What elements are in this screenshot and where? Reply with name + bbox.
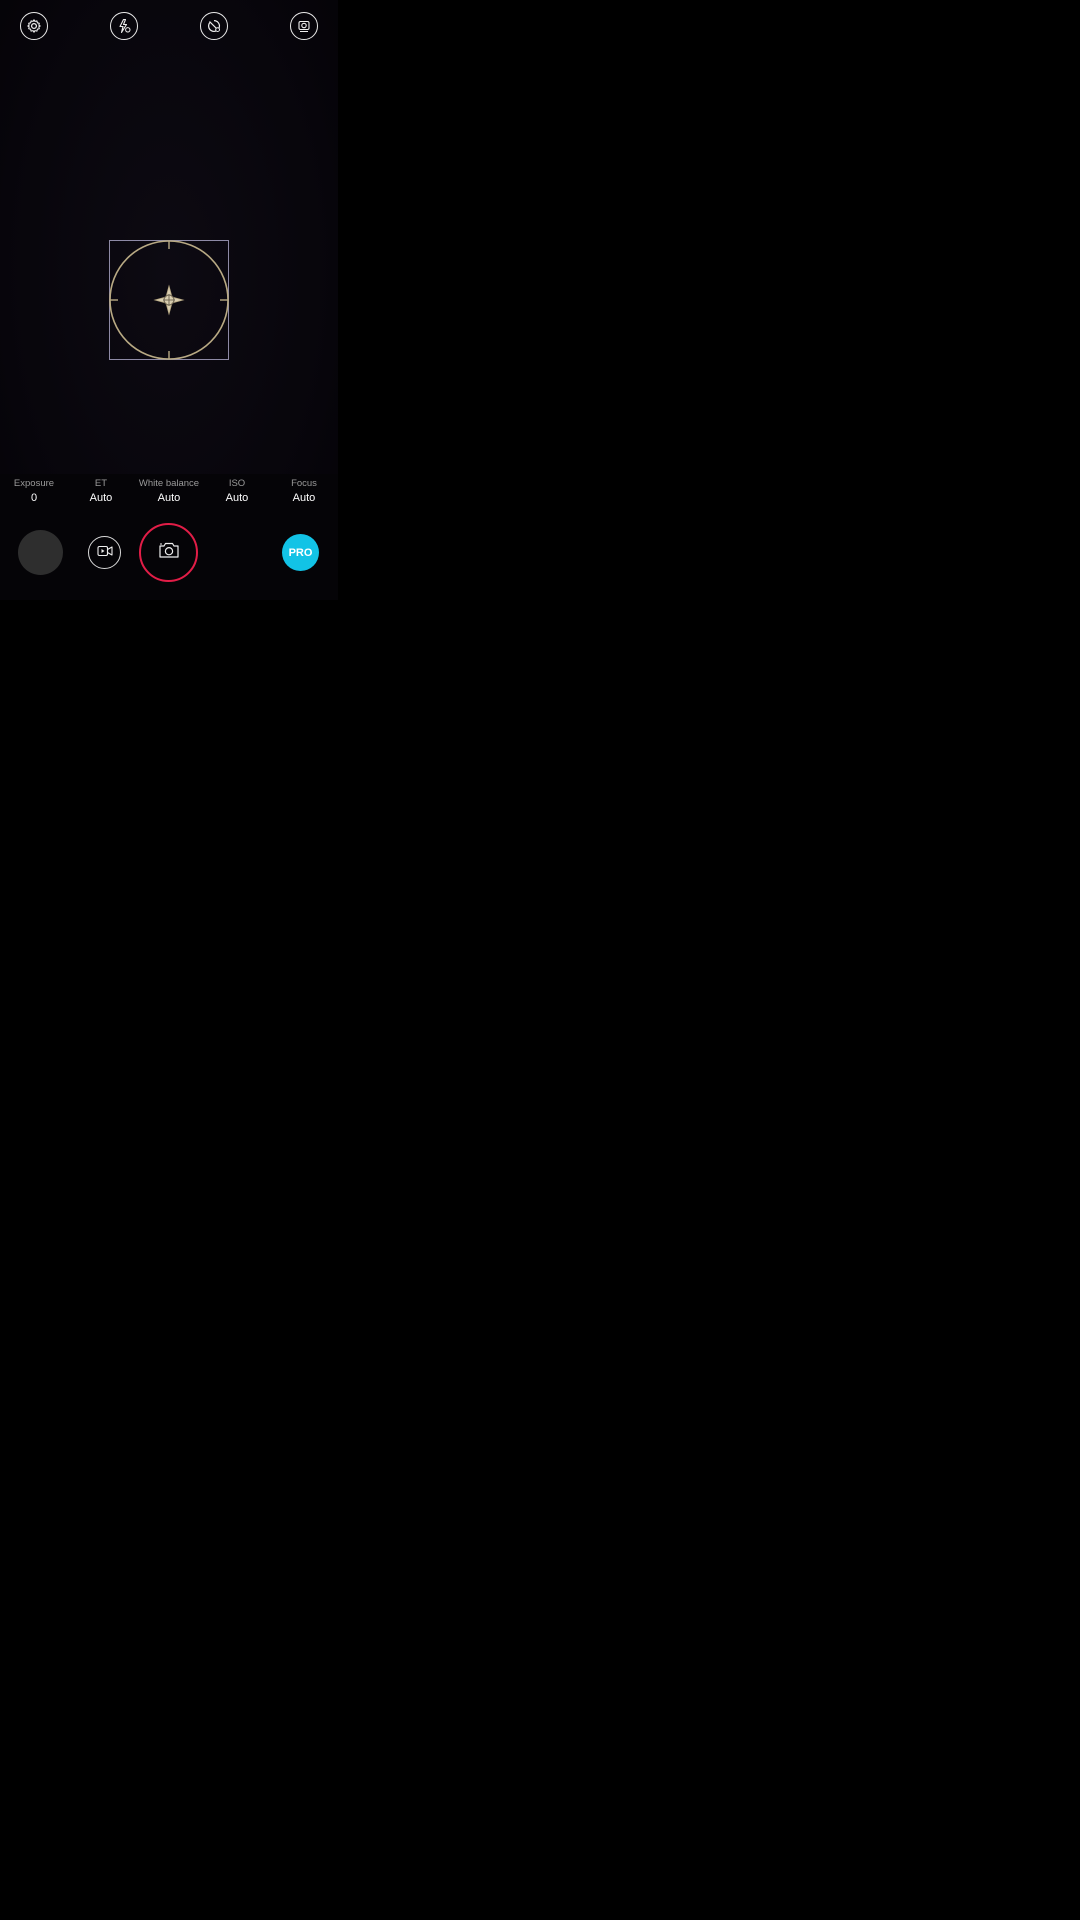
et-value: Auto bbox=[89, 492, 113, 504]
focus-value: Auto bbox=[292, 492, 316, 504]
camera-screen: Exposure 0 ET Auto White balance Auto IS… bbox=[0, 0, 1080, 1920]
shutter-button[interactable] bbox=[139, 523, 198, 582]
exposure-label: Exposure bbox=[13, 478, 55, 489]
settings-icon[interactable] bbox=[20, 12, 48, 40]
video-camera-icon bbox=[96, 544, 113, 562]
focus-label: Focus bbox=[291, 478, 317, 489]
camera-icon bbox=[158, 541, 180, 564]
video-mode-button[interactable] bbox=[88, 536, 121, 569]
white-balance-label: White balance bbox=[138, 478, 200, 489]
white-balance-value: Auto bbox=[157, 492, 181, 504]
exposure-control[interactable]: Exposure 0 bbox=[0, 478, 69, 505]
focus-reticle bbox=[109, 240, 229, 360]
iso-label: ISO bbox=[228, 478, 246, 489]
camera-mode-icon[interactable] bbox=[290, 12, 318, 40]
timer-icon[interactable] bbox=[200, 12, 228, 40]
focus-center-icon bbox=[153, 284, 185, 316]
iso-control[interactable]: ISO Auto bbox=[202, 478, 272, 505]
iso-value: Auto bbox=[225, 492, 249, 504]
flash-auto-icon[interactable] bbox=[110, 12, 138, 40]
exposure-value: 0 bbox=[30, 492, 38, 504]
white-balance-control[interactable]: White balance Auto bbox=[134, 478, 204, 505]
gallery-thumbnail[interactable] bbox=[18, 530, 63, 575]
et-control[interactable]: ET Auto bbox=[66, 478, 136, 505]
pro-mode-button[interactable]: PRO bbox=[282, 534, 319, 571]
et-label: ET bbox=[94, 478, 108, 489]
focus-control[interactable]: Focus Auto bbox=[269, 478, 339, 505]
